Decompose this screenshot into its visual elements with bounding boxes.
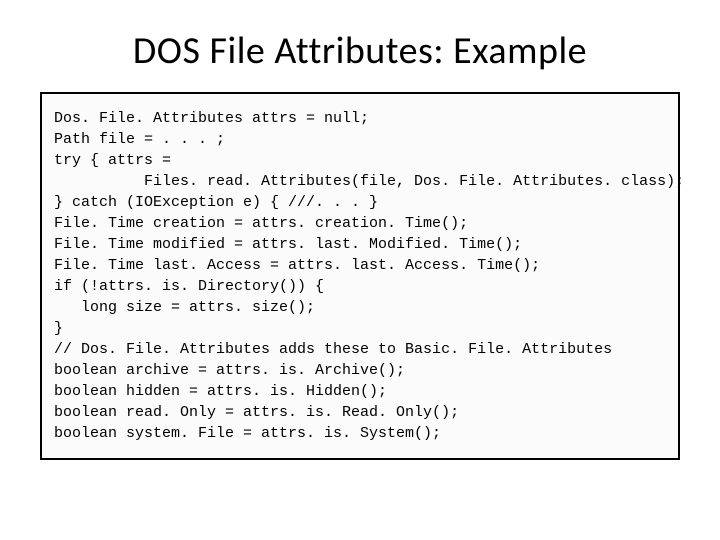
code-line: File. Time last. Access = attrs. last. A… (54, 255, 666, 276)
code-line: File. Time modified = attrs. last. Modif… (54, 234, 666, 255)
code-line: long size = attrs. size(); (54, 297, 666, 318)
code-line: boolean archive = attrs. is. Archive(); (54, 360, 666, 381)
code-line: boolean read. Only = attrs. is. Read. On… (54, 402, 666, 423)
code-line: if (!attrs. is. Directory()) { (54, 276, 666, 297)
code-block: Dos. File. Attributes attrs = null;Path … (40, 92, 680, 460)
code-line: boolean system. File = attrs. is. System… (54, 423, 666, 444)
slide: DOS File Attributes: Example Dos. File. … (0, 0, 720, 540)
code-line: Path file = . . . ; (54, 129, 666, 150)
code-line: Dos. File. Attributes attrs = null; (54, 108, 666, 129)
code-line: boolean hidden = attrs. is. Hidden(); (54, 381, 666, 402)
code-line: try { attrs = (54, 150, 666, 171)
code-line: Files. read. Attributes(file, Dos. File.… (54, 171, 666, 192)
code-line: } catch (IOException e) { ///. . . } (54, 192, 666, 213)
page-title: DOS File Attributes: Example (40, 28, 680, 74)
code-line: File. Time creation = attrs. creation. T… (54, 213, 666, 234)
code-line: // Dos. File. Attributes adds these to B… (54, 339, 666, 360)
code-line: } (54, 318, 666, 339)
